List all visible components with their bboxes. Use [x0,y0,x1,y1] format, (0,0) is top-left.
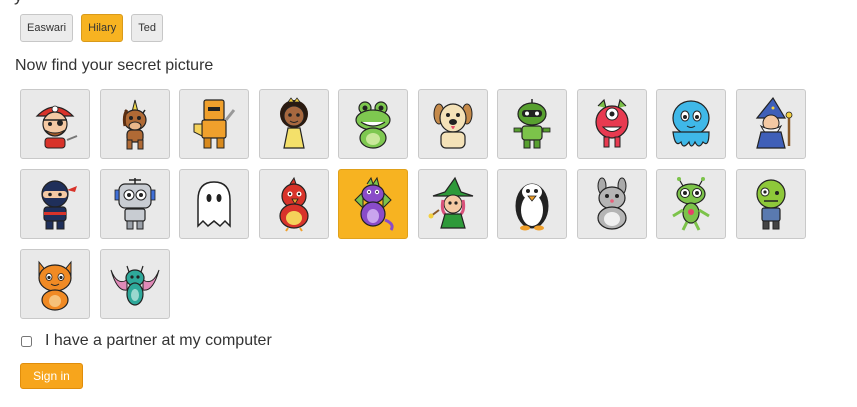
picture-tile-witch[interactable] [417,169,488,239]
picture-tile-ninja[interactable] [20,169,90,239]
picture-grid [20,89,820,319]
orange-cat-icon [38,260,72,311]
picture-tile-silver-robot[interactable] [99,169,170,239]
frog-icon [355,101,391,149]
ghost-icon [197,181,231,228]
red-bird-icon [278,176,309,232]
robot-knight-icon [193,99,236,149]
user-button-ted[interactable]: Ted [131,14,163,42]
picture-tile-bat[interactable] [99,249,170,319]
red-monster-icon [594,98,629,148]
green-robot-icon [513,99,551,149]
picture-tile-alien[interactable] [656,169,726,239]
dog-icon [433,103,472,149]
picture-tile-ghost[interactable] [179,169,249,239]
wizard-icon [755,96,792,149]
partial-heading: y [14,0,23,6]
hamster-icon [596,177,627,230]
alien-icon [672,177,710,231]
picture-tile-penguin[interactable] [497,169,567,239]
picture-tile-red-monster[interactable] [576,89,647,159]
picture-tile-unicorn[interactable] [99,89,170,159]
user-button-hilary[interactable]: Hilary [81,14,124,42]
ninja-icon [41,180,77,230]
blue-octopus-icon [672,100,710,147]
zombie-icon [755,179,786,230]
user-selector: Easwari Hilary Ted [20,14,163,42]
user-button-easwari[interactable]: Easwari [20,14,74,42]
picture-tile-hamster[interactable] [576,169,647,239]
picture-tile-purple-dragon[interactable] [338,169,408,239]
picture-tile-frog[interactable] [338,89,408,159]
picture-tile-blue-octopus[interactable] [656,89,726,159]
partner-option: I have a partner at my computer [20,332,272,350]
partner-checkbox-label: I have a partner at my computer [45,332,272,349]
picture-tile-red-bird[interactable] [258,169,329,239]
princess-icon [279,97,308,149]
picture-tile-green-robot[interactable] [497,89,567,159]
picture-tile-pirate[interactable] [20,89,90,159]
bat-icon [110,265,159,306]
witch-icon [428,176,473,229]
picture-tile-princess[interactable] [258,89,329,159]
picture-tile-dog[interactable] [417,89,488,159]
silver-robot-icon [114,178,155,230]
penguin-icon [515,183,549,231]
secret-picture-prompt: Now find your secret picture [15,57,214,74]
pirate-icon [35,105,78,149]
unicorn-icon [122,99,147,150]
partner-checkbox[interactable] [21,335,32,347]
purple-dragon-icon [354,176,394,231]
picture-tile-wizard[interactable] [735,89,806,159]
picture-tile-robot-knight[interactable] [179,89,249,159]
picture-tile-zombie[interactable] [735,169,806,239]
picture-tile-orange-cat[interactable] [20,249,90,319]
sign-in-button[interactable]: Sign in [20,363,83,389]
